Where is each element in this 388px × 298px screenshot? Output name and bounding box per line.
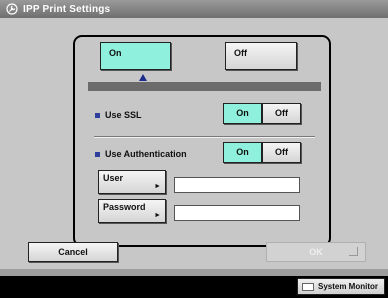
- auth-off-button[interactable]: Off: [262, 142, 301, 163]
- use-ssl-label: Use SSL: [105, 110, 142, 120]
- arrow-right-icon: ►: [154, 212, 161, 219]
- ipp-off-button[interactable]: Off: [225, 42, 297, 70]
- ipp-off-label: Off: [234, 48, 247, 58]
- password-button[interactable]: Password ►: [98, 199, 166, 223]
- ipp-on-label: On: [109, 48, 122, 58]
- square-bullet-icon: [95, 112, 100, 118]
- screen: IPP Print Settings On Off Use SSL On Off: [0, 0, 388, 298]
- main-panel: On Off Use SSL On Off Use Authentication…: [0, 18, 388, 269]
- ok-label: OK: [309, 247, 323, 257]
- title-bar: IPP Print Settings: [0, 0, 388, 19]
- selection-indicator-icon: [139, 74, 147, 81]
- auth-on-button[interactable]: On: [223, 142, 262, 163]
- cancel-button[interactable]: Cancel: [28, 242, 118, 262]
- user-input[interactable]: [174, 177, 300, 193]
- monitor-icon: [302, 282, 314, 291]
- square-bullet-icon: [95, 151, 100, 157]
- password-input[interactable]: [174, 205, 300, 221]
- ssl-on-button[interactable]: On: [223, 103, 262, 124]
- arrow-right-icon: ►: [154, 183, 161, 190]
- ssl-off-button[interactable]: Off: [262, 103, 301, 124]
- use-ssl-row: Use SSL: [95, 110, 142, 120]
- ipp-on-button[interactable]: On: [100, 42, 171, 70]
- use-authentication-row: Use Authentication: [95, 149, 187, 159]
- settings-frame: On Off Use SSL On Off Use Authentication…: [73, 35, 331, 247]
- system-monitor-label: System Monitor: [318, 282, 379, 291]
- system-monitor-button[interactable]: System Monitor: [297, 278, 385, 295]
- password-button-label: Password: [103, 202, 146, 212]
- status-strip: [0, 269, 388, 276]
- user-button[interactable]: User ►: [98, 170, 166, 194]
- page-title: IPP Print Settings: [23, 3, 111, 15]
- options-subpanel: Use SSL On Off Use Authentication On Off…: [88, 82, 321, 236]
- enter-icon: [349, 247, 358, 256]
- ok-button[interactable]: OK: [266, 242, 366, 262]
- use-authentication-label: Use Authentication: [105, 149, 187, 159]
- settings-wrench-icon: [6, 3, 18, 15]
- divider: [94, 136, 315, 138]
- user-button-label: User: [103, 173, 124, 183]
